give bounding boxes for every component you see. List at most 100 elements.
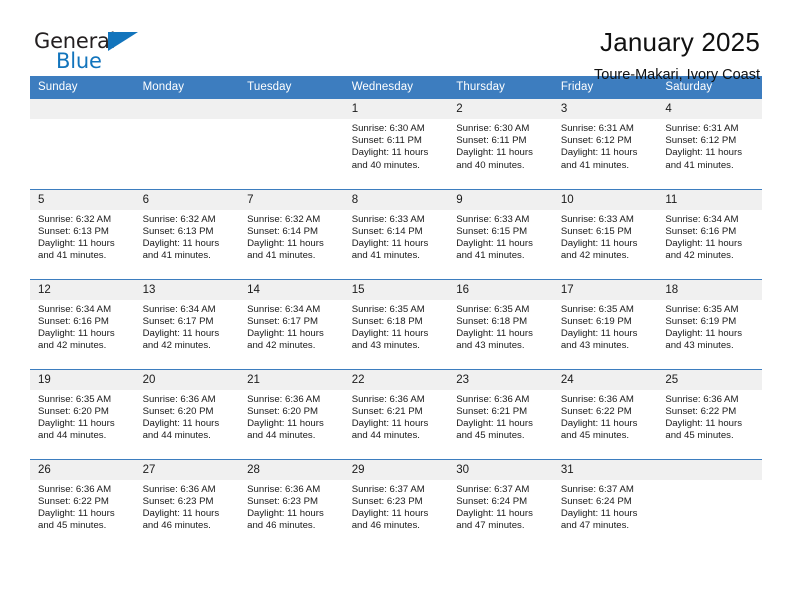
calendar-day-cell[interactable]: 9 Sunrise: 6:33 AM Sunset: 6:15 PM Daylight… xyxy=(448,188,553,279)
calendar-day-cell[interactable]: 19 Sunrise: 6:35 AM Sunset: 6:20 PM Dayligh… xyxy=(30,368,135,459)
day-number: 8 xyxy=(343,189,449,210)
day-number: 20 xyxy=(134,369,240,390)
calendar-day-cell[interactable]: 4 Sunrise: 6:31 AM Sunset: 6:12 PM Daylight… xyxy=(657,99,762,189)
sunrise-text: Sunrise: 6:36 AM xyxy=(665,393,739,405)
calendar-day-cell[interactable]: 30 Sunrise: 6:37 AM Sunset: 6:24 PM Dayligh… xyxy=(448,458,553,549)
calendar-day-cell[interactable]: 18 Sunrise: 6:35 AM Sunset: 6:19 PM Dayligh… xyxy=(657,278,762,369)
day-number xyxy=(239,99,344,119)
calendar-day-cell[interactable]: 21 Sunrise: 6:36 AM Sunset: 6:20 PM Dayligh… xyxy=(239,368,344,459)
sunset-text: Sunset: 6:17 PM xyxy=(142,315,214,327)
calendar-day-cell[interactable]: 3 Sunrise: 6:31 AM Sunset: 6:12 PM Daylight… xyxy=(552,99,658,189)
calendar-day-cell-empty xyxy=(657,458,762,549)
calendar-day-cell[interactable]: 8 Sunrise: 6:33 AM Sunset: 6:14 PM Daylight… xyxy=(343,188,449,279)
page-header: General Blue January 2025 Toure-Makari, … xyxy=(30,0,762,83)
calendar-day-cell[interactable]: 12 Sunrise: 6:34 AM Sunset: 6:16 PM Dayligh… xyxy=(30,278,135,369)
day-number: 4 xyxy=(657,99,762,119)
calendar-day-cell-empty xyxy=(239,99,344,189)
calendar-day-cell[interactable]: 14 Sunrise: 6:34 AM Sunset: 6:17 PM Dayligh… xyxy=(239,278,344,369)
day-details: Sunrise: 6:30 AM Sunset: 6:11 PM Daylight:… xyxy=(448,119,553,172)
day-number: 16 xyxy=(448,279,553,300)
sunset-text: Sunset: 6:22 PM xyxy=(560,405,632,417)
calendar-day-cell[interactable]: 10 Sunrise: 6:33 AM Sunset: 6:15 PM Dayligh… xyxy=(552,188,658,279)
sunset-text: Sunset: 6:21 PM xyxy=(456,405,528,417)
title-block: January 2025 Toure-Makari, Ivory Coast xyxy=(594,27,762,84)
calendar-day-cell[interactable]: 6 Sunrise: 6:32 AM Sunset: 6:13 PM Daylight… xyxy=(134,188,240,279)
daylight-text: Daylight: 11 hours and 42 minutes. xyxy=(142,327,220,352)
calendar-day-cell[interactable]: 25 Sunrise: 6:36 AM Sunset: 6:22 PM Dayligh… xyxy=(657,368,762,459)
sunrise-text: Sunrise: 6:36 AM xyxy=(456,393,530,405)
sunrise-text: Sunrise: 6:34 AM xyxy=(142,303,216,315)
daylight-text: Daylight: 11 hours and 45 minutes. xyxy=(560,417,638,442)
daylight-text: Daylight: 11 hours and 44 minutes. xyxy=(247,417,324,442)
calendar-day-cell[interactable]: 22 Sunrise: 6:36 AM Sunset: 6:21 PM Dayligh… xyxy=(343,368,449,459)
calendar-day-cell[interactable]: 7 Sunrise: 6:32 AM Sunset: 6:14 PM Daylight… xyxy=(239,188,344,279)
day-details: Sunrise: 6:37 AM Sunset: 6:24 PM Daylight:… xyxy=(448,480,553,533)
calendar-day-cell[interactable]: 16 Sunrise: 6:35 AM Sunset: 6:18 PM Dayligh… xyxy=(448,278,553,369)
calendar-day-cell[interactable]: 26 Sunrise: 6:36 AM Sunset: 6:22 PM Dayligh… xyxy=(30,458,135,549)
calendar-week-row: 5 Sunrise: 6:32 AM Sunset: 6:13 PM Daylight… xyxy=(30,188,762,279)
sunset-text: Sunset: 6:22 PM xyxy=(38,495,109,507)
day-number: 3 xyxy=(552,99,658,119)
sunrise-text: Sunrise: 6:33 AM xyxy=(456,213,530,225)
sunrise-text: Sunrise: 6:35 AM xyxy=(351,303,425,315)
sunrise-text: Sunrise: 6:33 AM xyxy=(351,213,425,225)
sunset-text: Sunset: 6:23 PM xyxy=(351,495,423,507)
sunset-text: Sunset: 6:18 PM xyxy=(351,315,423,327)
sunrise-text: Sunrise: 6:37 AM xyxy=(560,483,634,495)
daylight-text: Daylight: 11 hours and 41 minutes. xyxy=(142,237,220,262)
day-number: 21 xyxy=(239,369,344,390)
day-details: Sunrise: 6:36 AM Sunset: 6:21 PM Daylight:… xyxy=(448,390,553,443)
day-details: Sunrise: 6:34 AM Sunset: 6:16 PM Daylight:… xyxy=(657,210,762,263)
day-number: 6 xyxy=(134,189,240,210)
daylight-text: Daylight: 11 hours and 40 minutes. xyxy=(456,147,533,171)
daylight-text: Daylight: 11 hours and 41 minutes. xyxy=(560,147,638,171)
day-number: 26 xyxy=(30,459,135,480)
sunset-text: Sunset: 6:13 PM xyxy=(142,225,214,237)
day-details: Sunrise: 6:36 AM Sunset: 6:22 PM Daylight:… xyxy=(30,480,135,533)
daylight-text: Daylight: 11 hours and 47 minutes. xyxy=(560,507,638,532)
calendar-day-cell[interactable]: 5 Sunrise: 6:32 AM Sunset: 6:13 PM Daylight… xyxy=(30,188,135,279)
day-number: 13 xyxy=(134,279,240,300)
calendar-page: General Blue January 2025 Toure-Makari, … xyxy=(0,0,792,612)
daylight-text: Daylight: 11 hours and 45 minutes. xyxy=(456,417,533,442)
sunrise-text: Sunrise: 6:37 AM xyxy=(351,483,425,495)
day-number: 24 xyxy=(552,369,658,390)
day-details: Sunrise: 6:36 AM Sunset: 6:21 PM Daylight:… xyxy=(344,390,449,443)
calendar-day-cell[interactable]: 29 Sunrise: 6:37 AM Sunset: 6:23 PM Dayligh… xyxy=(343,458,449,549)
day-details: Sunrise: 6:36 AM Sunset: 6:20 PM Daylight:… xyxy=(239,390,344,443)
calendar-day-cell[interactable]: 11 Sunrise: 6:34 AM Sunset: 6:16 PM Dayligh… xyxy=(657,188,762,279)
calendar-day-cell[interactable]: 28 Sunrise: 6:36 AM Sunset: 6:23 PM Dayligh… xyxy=(239,458,344,549)
calendar-day-cell[interactable]: 23 Sunrise: 6:36 AM Sunset: 6:21 PM Dayligh… xyxy=(448,368,553,459)
daylight-text: Daylight: 11 hours and 43 minutes. xyxy=(456,327,533,352)
day-number: 25 xyxy=(657,369,762,390)
calendar-day-cell[interactable]: 24 Sunrise: 6:36 AM Sunset: 6:22 PM Dayligh… xyxy=(552,368,658,459)
calendar-day-cell-empty xyxy=(30,99,135,189)
sunset-text: Sunset: 6:23 PM xyxy=(247,495,319,507)
sunrise-text: Sunrise: 6:36 AM xyxy=(247,393,321,405)
logo-text-blue: Blue xyxy=(56,49,102,73)
day-number: 27 xyxy=(134,459,240,480)
day-details: Sunrise: 6:36 AM Sunset: 6:23 PM Daylight:… xyxy=(135,480,240,533)
calendar-day-cell[interactable]: 1 Sunrise: 6:30 AM Sunset: 6:11 PM Daylight… xyxy=(343,99,449,189)
day-number xyxy=(30,99,135,119)
calendar-day-cell[interactable]: 15 Sunrise: 6:35 AM Sunset: 6:18 PM Dayligh… xyxy=(343,278,449,369)
day-number: 23 xyxy=(448,369,553,390)
day-details: Sunrise: 6:36 AM Sunset: 6:22 PM Daylight:… xyxy=(657,390,762,443)
sunrise-text: Sunrise: 6:30 AM xyxy=(456,123,530,134)
general-blue-logo: General Blue xyxy=(30,28,160,82)
sunrise-text: Sunrise: 6:34 AM xyxy=(247,303,321,315)
day-number: 17 xyxy=(552,279,658,300)
sunrise-text: Sunrise: 6:34 AM xyxy=(38,303,112,315)
sunrise-text: Sunrise: 6:35 AM xyxy=(665,303,739,315)
calendar-day-cell[interactable]: 2 Sunrise: 6:30 AM Sunset: 6:11 PM Daylight… xyxy=(448,99,553,189)
calendar-day-cell[interactable]: 13 Sunrise: 6:34 AM Sunset: 6:17 PM Dayligh… xyxy=(134,278,240,369)
sunrise-text: Sunrise: 6:31 AM xyxy=(560,123,634,134)
calendar-day-cell[interactable]: 20 Sunrise: 6:36 AM Sunset: 6:20 PM Dayligh… xyxy=(134,368,240,459)
daylight-text: Daylight: 11 hours and 43 minutes. xyxy=(560,327,638,352)
day-number: 11 xyxy=(657,189,762,210)
daylight-text: Daylight: 11 hours and 44 minutes. xyxy=(142,417,220,442)
calendar-day-cell[interactable]: 31 Sunrise: 6:37 AM Sunset: 6:24 PM Dayligh… xyxy=(552,458,658,549)
calendar-day-cell[interactable]: 17 Sunrise: 6:35 AM Sunset: 6:19 PM Dayligh… xyxy=(552,278,658,369)
calendar-day-cell[interactable]: 27 Sunrise: 6:36 AM Sunset: 6:23 PM Dayligh… xyxy=(134,458,240,549)
daylight-text: Daylight: 11 hours and 47 minutes. xyxy=(456,507,533,532)
